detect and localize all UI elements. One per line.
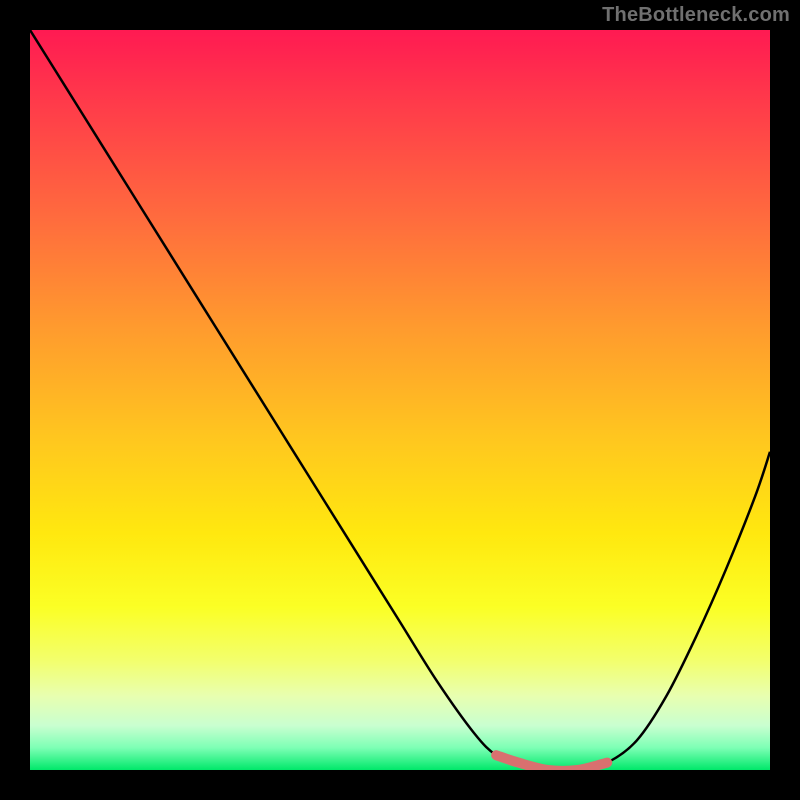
curve-layer	[30, 30, 770, 770]
optimal-band-path	[496, 755, 607, 770]
bottleneck-curve-path	[30, 30, 770, 770]
plot-area	[30, 30, 770, 770]
watermark-text: TheBottleneck.com	[602, 4, 790, 27]
chart-frame: TheBottleneck.com	[0, 0, 800, 800]
